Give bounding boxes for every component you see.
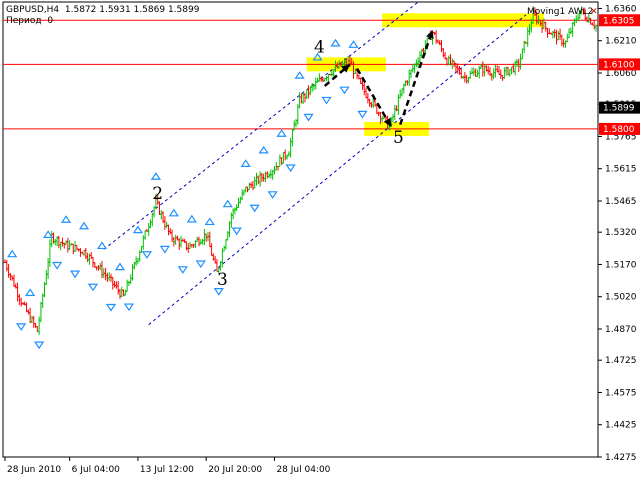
time-tick-label: 28 Jul 04:00 bbox=[276, 465, 330, 475]
price-tick-label: 1.5465 bbox=[605, 197, 637, 207]
level-price-tag-label: 1.6100 bbox=[603, 60, 635, 70]
wave-label: 3 bbox=[217, 270, 228, 290]
price-tick-label: 1.5615 bbox=[605, 165, 637, 175]
symbol-info: GBPUSD,H4 1.5872 1.5931 1.5869 1.5899 bbox=[6, 5, 200, 15]
price-tick-label: 1.6060 bbox=[605, 69, 637, 79]
wave-label: 4 bbox=[314, 38, 325, 58]
price-tick-label: 1.4725 bbox=[605, 356, 637, 366]
price-tick-label: 1.6210 bbox=[605, 37, 637, 47]
price-tick-label: 1.6360 bbox=[605, 4, 637, 14]
price-tick-label: 1.4575 bbox=[605, 388, 637, 398]
plot-area-frame bbox=[2, 1, 599, 458]
current-price-label: 1.5899 bbox=[603, 104, 635, 114]
chart-window[interactable]: 2345 1.63601.62101.60601.59151.57651.561… bbox=[0, 0, 642, 479]
indicator-label: Moving1 AWL2 bbox=[527, 7, 594, 17]
time-axis: 28 Jun 2010 6 Jul 04:00 13 Jul 12:00 20 Jul… bbox=[4, 457, 331, 475]
wave-label: 2 bbox=[152, 184, 163, 204]
price-tick-label: 1.5170 bbox=[605, 260, 637, 270]
price-chart[interactable]: 2345 1.63601.62101.60601.59151.57651.561… bbox=[0, 0, 642, 479]
price-axis: 1.63601.62101.60601.59151.57651.56151.54… bbox=[598, 4, 640, 463]
wave-label: 5 bbox=[393, 128, 404, 148]
time-tick-label: 20 Jul 20:00 bbox=[208, 465, 262, 475]
price-tick-label: 1.4425 bbox=[605, 421, 637, 431]
indicator-close-icon[interactable]: ✕ bbox=[590, 7, 598, 17]
price-tick-label: 1.4870 bbox=[605, 325, 637, 335]
price-tick-label: 1.4275 bbox=[605, 453, 637, 463]
time-tick-label: 28 Jun 2010 bbox=[7, 465, 61, 475]
level-price-tag-label: 1.5800 bbox=[603, 125, 635, 135]
level-price-tag-label: 1.6305 bbox=[603, 16, 635, 26]
time-tick-label: 6 Jul 04:00 bbox=[72, 465, 121, 475]
price-tick-label: 1.5020 bbox=[605, 293, 637, 303]
period-info: Период 0 bbox=[6, 16, 54, 26]
time-tick-label: 13 Jul 12:00 bbox=[140, 465, 194, 475]
price-tick-label: 1.5320 bbox=[605, 228, 637, 238]
